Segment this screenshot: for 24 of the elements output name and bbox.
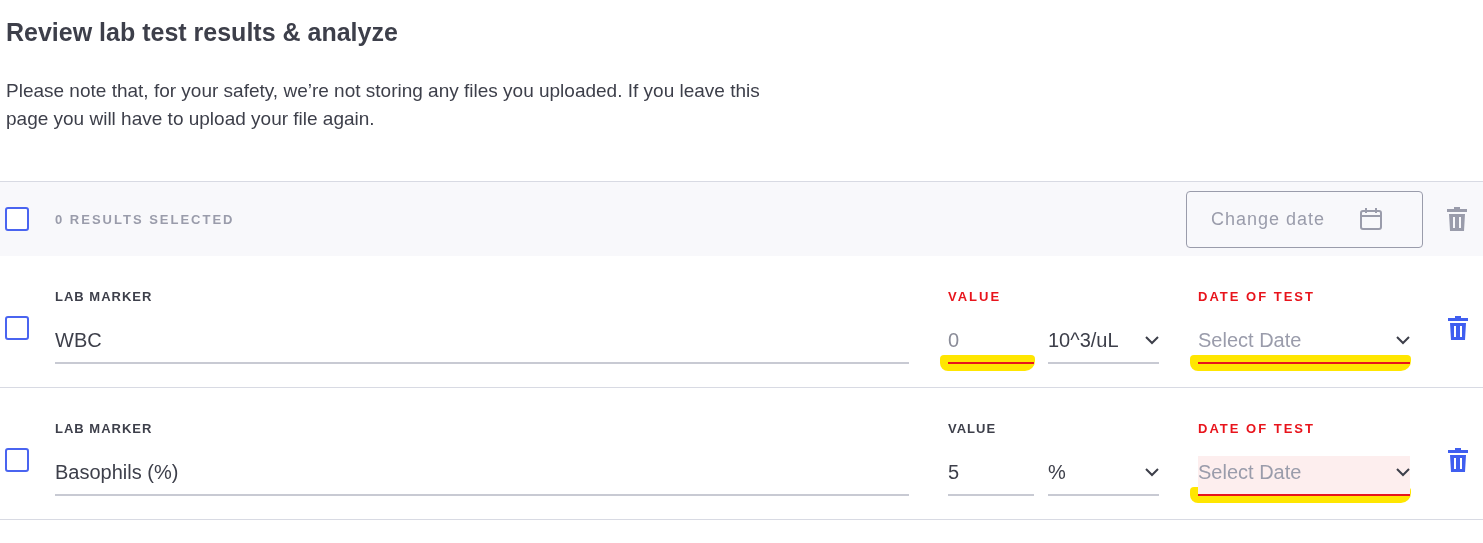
selection-count: 0 RESULTS SELECTED xyxy=(55,211,236,227)
checkbox[interactable] xyxy=(5,448,29,472)
lab-marker-field[interactable]: WBC xyxy=(55,324,909,364)
chevron-down-icon xyxy=(1396,335,1410,345)
unit-dropdown[interactable]: 10^3/uL xyxy=(1048,324,1159,364)
checkbox[interactable] xyxy=(5,207,29,231)
checkbox[interactable] xyxy=(5,316,29,340)
field-label: VALUE xyxy=(948,289,1003,304)
calendar-icon xyxy=(1359,207,1384,231)
field-label: LAB MARKER xyxy=(55,289,154,304)
field-label: DATE OF TEST xyxy=(1198,289,1316,304)
chevron-down-icon xyxy=(1145,335,1159,345)
unit-dropdown[interactable]: % xyxy=(1048,456,1159,496)
chevron-down-icon xyxy=(1145,467,1159,477)
delete-icon[interactable] xyxy=(1448,448,1468,472)
field-label: LAB MARKER xyxy=(55,421,154,436)
page-title: Review lab test results & analyze xyxy=(6,18,399,47)
delete-icon[interactable] xyxy=(1448,316,1468,340)
field-label: DATE OF TEST xyxy=(1198,421,1316,436)
notice-text: Please note that, for your safety, we’re not storing any files you uploaded. If you leave this page you will have to upload your file again. xyxy=(6,79,761,131)
chevron-down-icon xyxy=(1396,467,1410,477)
lab-marker-field[interactable]: Basophils (%) xyxy=(55,456,909,496)
field-label: VALUE xyxy=(948,421,998,436)
value-field[interactable]: 5 xyxy=(948,456,1034,496)
